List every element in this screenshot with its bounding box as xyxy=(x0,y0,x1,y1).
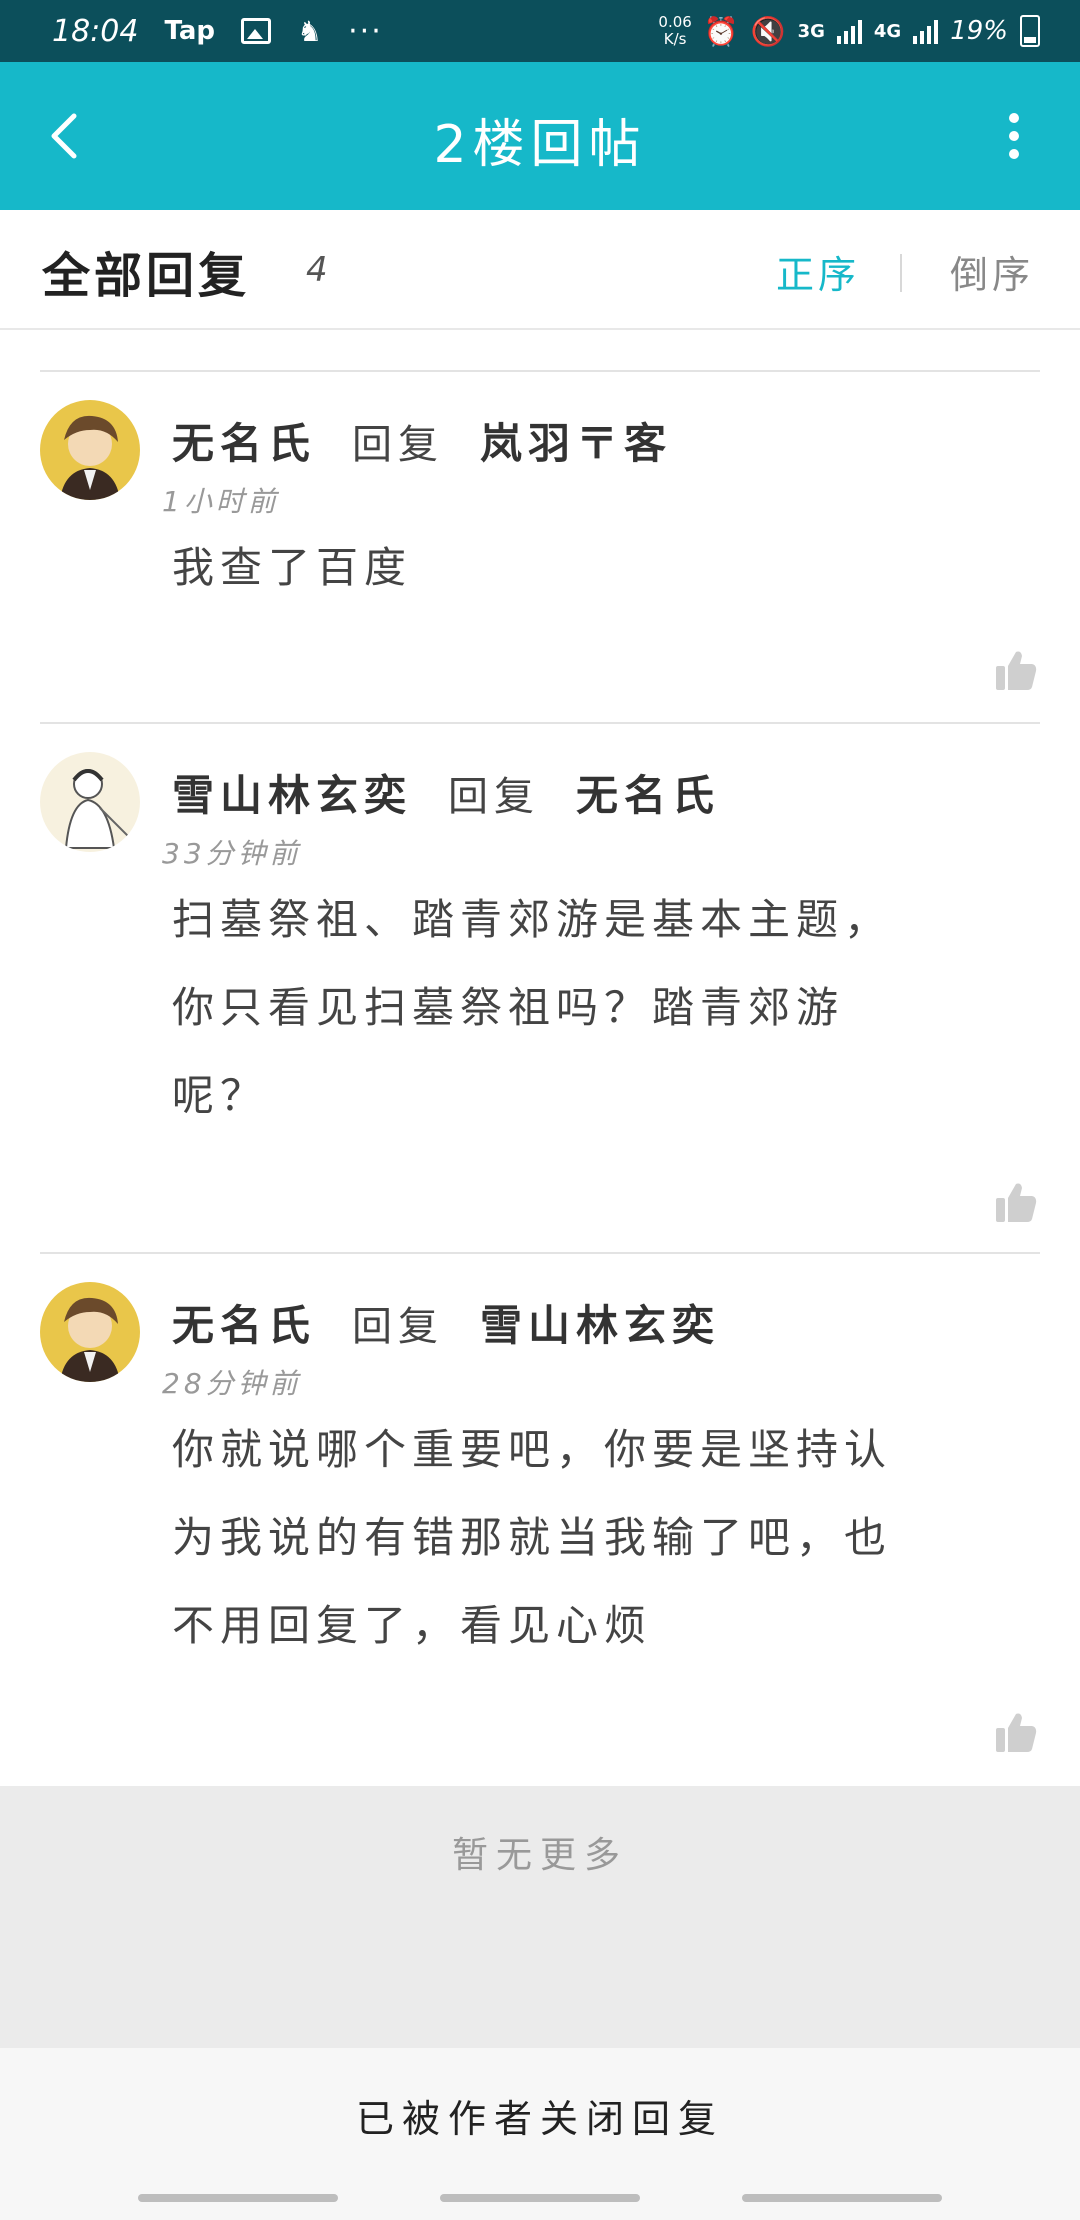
status-bar: 18:04 Tap ♞ ··· 0.06 K/s ⏰ 🔇 3G 4G 19% xyxy=(0,0,1080,62)
reply-verb: 回复 xyxy=(352,1304,445,1350)
avatar[interactable] xyxy=(40,752,140,852)
reply-count: 4 xyxy=(306,250,328,290)
nav-gesture-bar-right[interactable] xyxy=(742,2194,942,2202)
user-avatar-icon xyxy=(40,752,140,852)
more-options-button[interactable] xyxy=(984,106,1044,166)
reply-verb: 回复 xyxy=(352,422,445,468)
reply-header: 雪山林玄奕 回复 无名氏 xyxy=(172,762,720,823)
signal-3g-icon xyxy=(836,18,862,44)
reply-time: 28分钟前 xyxy=(162,1367,302,1400)
reply-time: 33分钟前 xyxy=(162,837,302,870)
reply-verb: 回复 xyxy=(448,774,541,820)
no-more-text: 暂无更多 xyxy=(451,1835,628,1876)
app-notification-icon: ♞ xyxy=(297,14,323,48)
signal-4g-icon xyxy=(913,18,939,44)
battery-icon xyxy=(1020,15,1040,47)
avatar[interactable] xyxy=(40,1282,140,1382)
all-replies-title: 全部回复 xyxy=(42,248,251,304)
like-button[interactable] xyxy=(994,1710,1038,1754)
network-speed-unit: K/s xyxy=(663,30,687,48)
reply-author[interactable]: 无名氏 xyxy=(172,410,316,471)
replies-header: 全部回复 4 正序 倒序 xyxy=(0,210,1080,330)
reply-target-user[interactable]: 岚羽〒客 xyxy=(480,410,672,471)
sort-divider xyxy=(900,254,902,292)
sort-descending-tab[interactable]: 倒序 xyxy=(950,244,1034,299)
reply-time: 1小时前 xyxy=(162,485,280,518)
thumbs-up-icon xyxy=(996,1713,1037,1752)
reply-content: 我查了百度 xyxy=(172,524,1012,612)
sort-ascending-tab[interactable]: 正序 xyxy=(776,244,860,299)
user-avatar-icon xyxy=(40,400,140,500)
reply-target-user[interactable]: 雪山林玄奕 xyxy=(480,1292,720,1353)
reply-content-line: 扫墓祭祖、踏青郊游是基本主题， xyxy=(172,895,893,944)
mute-icon: 🔇 xyxy=(750,14,786,48)
reply-content-line: 不用回复了，看见心烦 xyxy=(172,1601,653,1650)
title-bar: 2楼回帖 xyxy=(0,62,1080,210)
reply-item: 无名氏 回复 雪山林玄奕 28分钟前 你就说哪个重要吧，你要是坚持认 为我说的有… xyxy=(0,1254,1080,1784)
status-left: 18:04 Tap ♞ ··· xyxy=(52,14,383,49)
network-3g-label: 3G xyxy=(797,20,825,42)
like-button[interactable] xyxy=(994,1180,1038,1224)
reply-content: 扫墓祭祖、踏青郊游是基本主题， 你只看见扫墓祭祖吗？踏青郊游 呢？ xyxy=(172,876,1012,1140)
nav-gesture-bar-left[interactable] xyxy=(138,2194,338,2202)
reply-content-line: 你只看见扫墓祭祖吗？踏青郊游 xyxy=(172,983,845,1032)
avatar[interactable] xyxy=(40,400,140,500)
thumbs-up-icon xyxy=(996,1183,1037,1222)
no-more-area: 暂无更多 xyxy=(0,1786,1080,2048)
gallery-notification-icon xyxy=(241,18,272,44)
network-4g-label: 4G xyxy=(873,20,902,42)
reply-closed-bar: 已被作者关闭回复 xyxy=(0,2048,1080,2220)
page-title: 2楼回帖 xyxy=(433,115,647,175)
status-right: 0.06 K/s ⏰ 🔇 3G 4G 19% xyxy=(658,14,1040,48)
reply-closed-notice: 已被作者关闭回复 xyxy=(355,2097,724,2141)
reply-target-user[interactable]: 无名氏 xyxy=(576,762,720,823)
reply-content-line: 我查了百度 xyxy=(172,543,413,592)
reply-header: 无名氏 回复 岚羽〒客 xyxy=(172,410,672,471)
reply-content-line: 为我说的有错那就当我输了吧，也 xyxy=(172,1513,893,1562)
reply-content-line: 你就说哪个重要吧，你要是坚持认 xyxy=(172,1425,893,1474)
alarm-icon: ⏰ xyxy=(703,14,739,48)
reply-content-line: 呢？ xyxy=(172,1071,269,1120)
app-root: 18:04 Tap ♞ ··· 0.06 K/s ⏰ 🔇 3G 4G 19% 2… xyxy=(0,0,1080,2220)
like-button[interactable] xyxy=(994,648,1038,692)
reply-author[interactable]: 雪山林玄奕 xyxy=(172,762,412,823)
reply-item: 雪山林玄奕 回复 无名氏 33分钟前 扫墓祭祖、踏青郊游是基本主题， 你只看见扫… xyxy=(0,724,1080,1252)
status-time: 18:04 xyxy=(52,13,139,49)
user-avatar-icon xyxy=(40,1282,140,1382)
thumbs-up-icon xyxy=(996,651,1037,690)
battery-percent: 19% xyxy=(950,16,1008,46)
reply-header: 无名氏 回复 雪山林玄奕 xyxy=(172,1292,720,1353)
more-vertical-icon xyxy=(1009,113,1019,159)
network-speed-value: 0.06 xyxy=(658,13,692,31)
reply-author[interactable]: 无名氏 xyxy=(172,1292,316,1353)
reply-content: 你就说哪个重要吧，你要是坚持认 为我说的有错那就当我输了吧，也 不用回复了，看见… xyxy=(172,1406,1012,1670)
nav-gesture-bar-center[interactable] xyxy=(440,2194,640,2202)
network-speed: 0.06 K/s xyxy=(658,14,691,48)
more-notifications-icon: ··· xyxy=(348,13,383,49)
status-app-label: Tap xyxy=(164,16,216,46)
reply-item: 无名氏 回复 岚羽〒客 1小时前 我查了百度 xyxy=(0,372,1080,724)
